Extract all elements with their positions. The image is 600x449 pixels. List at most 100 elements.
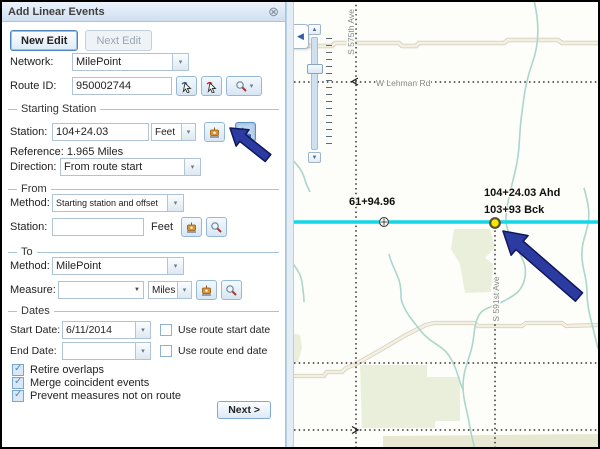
collapse-left-icon: ◀ (297, 31, 304, 42)
panel-splitter[interactable] (286, 2, 294, 447)
end-date-picker[interactable]: ▾ (62, 342, 151, 360)
chevron-down-icon[interactable]: ▾ (184, 159, 200, 175)
from-station-label: Station: (10, 221, 52, 233)
end-date-label: End Date: (10, 345, 62, 357)
option-row: Retire overlaps (12, 363, 279, 376)
zoom-slider-handle[interactable] (307, 64, 323, 74)
combo-caret-icon[interactable]: ▼ (134, 282, 143, 298)
next-button[interactable]: Next > (217, 401, 271, 419)
measure-units-value: Miles (149, 282, 177, 298)
zoom-out-button[interactable]: ▼ (308, 152, 321, 163)
measure-locator-button[interactable] (196, 280, 217, 300)
route-id-label: Route ID: (10, 80, 72, 92)
chevron-down-icon[interactable]: ▾ (167, 258, 183, 274)
measure-search-button[interactable] (221, 280, 242, 300)
to-method-row: Method: MilePoint ▾ (10, 257, 279, 275)
direction-select[interactable]: From route start ▾ (60, 158, 201, 176)
clear-selection-icon (205, 80, 218, 93)
select-route-on-map-button[interactable] (176, 76, 197, 96)
station-device-icon (208, 126, 221, 139)
chevron-down-icon[interactable]: ▾ (167, 195, 183, 211)
chevron-down-icon[interactable]: ▾ (135, 343, 150, 359)
option-row: Merge coincident events (12, 376, 279, 389)
zoom-slider-track[interactable] (311, 37, 318, 150)
from-station-input[interactable] (52, 218, 144, 236)
chevron-down-icon[interactable]: ▾ (177, 282, 191, 298)
from-station-row: Station: Feet (10, 217, 279, 237)
network-select[interactable]: MilePoint ▾ (72, 53, 189, 71)
starting-station-input[interactable] (52, 123, 149, 141)
picked-station-marker[interactable] (490, 218, 500, 228)
next-edit-button[interactable]: Next Edit (85, 30, 152, 51)
section-title: Dates (21, 305, 50, 317)
from-method-select[interactable]: Starting station and offset ▾ (52, 194, 184, 212)
use-route-end-date-checkbox[interactable] (160, 345, 172, 357)
station-label-left: 61+94.96 (349, 196, 395, 208)
map-area[interactable]: W Lehman Rd S 575th Ave S 591st Ave 61+9… (294, 2, 598, 447)
end-date-value (63, 343, 135, 359)
road-label-horizontal: W Lehman Rd (376, 78, 431, 88)
to-method-select[interactable]: MilePoint ▾ (52, 257, 184, 275)
reference-text: Reference: 1.965 Miles (10, 146, 123, 158)
measure-combo[interactable]: ▼ (58, 281, 144, 299)
map-zoom-slider: ▲ ▼ (306, 24, 342, 164)
use-route-start-date-checkbox[interactable] (160, 324, 172, 336)
merge-coincident-events-label: Merge coincident events (30, 377, 149, 389)
clear-route-selection-button[interactable] (201, 76, 222, 96)
chevron-down-icon[interactable]: ▾ (181, 124, 195, 140)
section-dates: Dates (8, 305, 279, 317)
start-date-picker[interactable]: 6/11/2014 ▾ (62, 321, 151, 339)
retire-overlaps-label: Retire overlaps (30, 364, 104, 376)
chevron-down-icon[interactable]: ▾ (135, 322, 150, 338)
to-method-value: MilePoint (53, 258, 167, 274)
close-icon[interactable]: ⊗ (268, 5, 279, 18)
new-edit-button[interactable]: New Edit (10, 30, 78, 51)
prevent-measures-checkbox[interactable] (12, 390, 24, 402)
start-date-value: 6/11/2014 (63, 322, 135, 338)
add-linear-events-panel: Add Linear Events ⊗ New Edit Next Edit N… (2, 2, 286, 447)
section-title: Starting Station (21, 103, 96, 115)
screenshot-root: Add Linear Events ⊗ New Edit Next Edit N… (0, 0, 600, 449)
station-units-value: Feet (152, 124, 181, 140)
field-polygon (451, 229, 495, 293)
pick-on-map-cursor-icon (239, 126, 252, 139)
station-device-icon (185, 221, 198, 234)
field-polygon (360, 365, 460, 428)
search-icon (210, 221, 223, 234)
prevent-measures-label: Prevent measures not on route (30, 390, 181, 402)
end-date-row: End Date: ▾ Use route end date (10, 342, 279, 360)
road-chevron (352, 78, 358, 85)
station-label-ahead: 104+24.03 Ahd (484, 187, 560, 199)
panel-title: Add Linear Events (8, 6, 268, 18)
station-locator-button[interactable] (204, 122, 225, 142)
direction-row: Direction: From route start ▾ (10, 158, 279, 176)
slider-up-icon: ▲ (312, 27, 318, 33)
zoom-slider-ticks (326, 38, 332, 150)
merge-coincident-events-checkbox[interactable] (12, 377, 24, 389)
road-chevron (352, 427, 358, 434)
to-method-label: Method: (10, 260, 52, 272)
route-search-dropdown-button[interactable]: ▾ (226, 76, 262, 96)
measure-value (59, 282, 134, 298)
reference-post-marker[interactable] (380, 218, 389, 227)
station-units-select[interactable]: Feet ▾ (151, 123, 196, 141)
use-route-start-date-label: Use route start date (178, 324, 270, 336)
chevron-down-icon[interactable]: ▾ (172, 54, 188, 70)
panel-titlebar: Add Linear Events ⊗ (2, 2, 285, 22)
network-label: Network: (10, 56, 72, 68)
section-starting-station: Starting Station (8, 103, 279, 115)
retire-overlaps-checkbox[interactable] (12, 364, 24, 376)
highway-road (294, 323, 598, 376)
highway-casing (294, 323, 598, 376)
network-row: Network: MilePoint ▾ (10, 53, 279, 71)
measure-units-select[interactable]: Miles ▾ (148, 281, 192, 299)
field-polygon (294, 333, 302, 362)
station-label: Station: (10, 126, 52, 138)
edit-buttons-row: New Edit Next Edit (10, 30, 279, 51)
direction-value: From route start (61, 159, 184, 175)
zoom-in-button[interactable]: ▲ (308, 24, 321, 35)
pick-station-on-map-button[interactable] (235, 122, 256, 142)
from-station-locator-button[interactable] (181, 217, 202, 237)
from-station-search-button[interactable] (206, 217, 227, 237)
route-id-input[interactable] (72, 77, 172, 95)
